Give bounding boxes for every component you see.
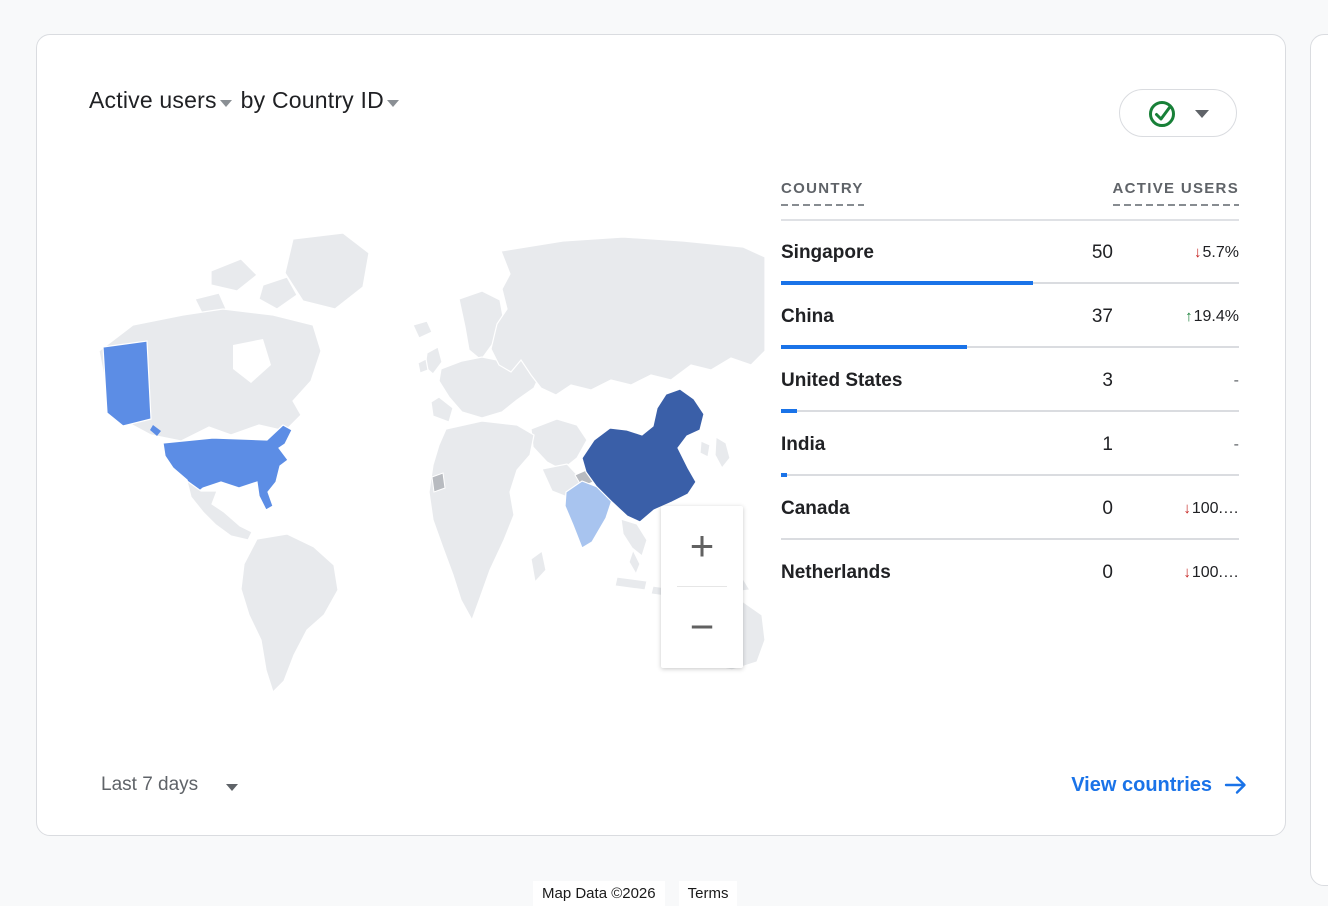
map-landmass bbox=[621, 519, 647, 556]
geo-map[interactable]: Map Data ©2026 Terms bbox=[61, 229, 765, 701]
map-landmass bbox=[241, 534, 338, 692]
table-row[interactable]: Canada 0 ↓100.… bbox=[781, 477, 1239, 541]
map-landmass bbox=[429, 421, 534, 620]
table-row[interactable]: United States 3 - bbox=[781, 349, 1239, 413]
change-percent: ↓5.7% bbox=[1113, 244, 1239, 262]
trend-arrow-icon: ↑ bbox=[1185, 308, 1193, 325]
active-users-value: 50 bbox=[1049, 242, 1113, 264]
zoom-out-button[interactable]: − bbox=[661, 587, 743, 667]
change-percent: ↑19.4% bbox=[1113, 308, 1239, 326]
change-percent: - bbox=[1113, 436, 1239, 454]
map-country-united-states-alaska bbox=[103, 341, 151, 426]
map-landmass bbox=[187, 481, 252, 540]
chevron-down-icon[interactable] bbox=[220, 100, 232, 107]
active-users-value: 0 bbox=[1049, 562, 1113, 584]
country-table-body: Singapore 50 ↓5.7% China 37 ↑19.4% Unite… bbox=[781, 221, 1239, 605]
world-map bbox=[61, 229, 765, 701]
table-row[interactable]: Singapore 50 ↓5.7% bbox=[781, 221, 1239, 285]
table-row[interactable]: India 1 - bbox=[781, 413, 1239, 477]
active-users-value: 1 bbox=[1049, 434, 1113, 456]
map-landmass bbox=[531, 419, 587, 470]
arrow-right-icon bbox=[1223, 773, 1249, 797]
map-attribution: Map Data ©2026 bbox=[533, 881, 665, 906]
trend-arrow-icon: ↓ bbox=[1194, 244, 1202, 261]
active-users-value: 37 bbox=[1049, 306, 1113, 328]
map-landmass bbox=[491, 237, 765, 395]
table-row[interactable]: China 37 ↑19.4% bbox=[781, 285, 1239, 349]
map-landmass bbox=[531, 551, 546, 582]
active-users-value: 0 bbox=[1049, 498, 1113, 520]
adjacent-card-edge bbox=[1310, 34, 1328, 886]
table-row[interactable]: Netherlands 0 ↓100.… bbox=[781, 541, 1239, 605]
country-name: United States bbox=[781, 370, 1049, 392]
change-percent: ↓100.… bbox=[1113, 500, 1239, 518]
view-countries-link[interactable]: View countries bbox=[1071, 768, 1249, 802]
active-users-value: 3 bbox=[1049, 370, 1113, 392]
trend-arrow-icon: ↓ bbox=[1183, 500, 1191, 517]
country-name: Singapore bbox=[781, 242, 1049, 264]
map-landmass bbox=[413, 321, 432, 338]
map-terms-link[interactable]: Terms bbox=[679, 881, 738, 906]
column-header-active-users[interactable]: ACTIVE USERS bbox=[1113, 180, 1239, 206]
chevron-down-icon bbox=[226, 784, 238, 791]
trend-arrow-icon: ↓ bbox=[1183, 564, 1191, 581]
map-landmass bbox=[211, 259, 257, 291]
country-name: Canada bbox=[781, 498, 1049, 520]
data-quality-button[interactable] bbox=[1119, 89, 1237, 137]
date-range-label: Last 7 days bbox=[101, 774, 198, 796]
metric-selector[interactable]: Active users bbox=[89, 87, 217, 114]
change-percent: ↓100.… bbox=[1113, 564, 1239, 582]
map-landmass bbox=[418, 359, 428, 373]
country-table: COUNTRY ACTIVE USERS Singapore 50 ↓5.7% … bbox=[781, 180, 1239, 605]
date-range-selector[interactable]: Last 7 days bbox=[101, 768, 238, 802]
map-landmass bbox=[285, 233, 369, 309]
card-title: Active users by Country ID bbox=[89, 87, 402, 114]
country-name: Netherlands bbox=[781, 562, 1049, 584]
country-name: India bbox=[781, 434, 1049, 456]
country-name: China bbox=[781, 306, 1049, 328]
zoom-in-button[interactable]: + bbox=[661, 506, 743, 586]
map-landmass bbox=[700, 441, 710, 457]
chevron-down-icon[interactable] bbox=[387, 100, 399, 107]
dimension-selector[interactable]: by Country ID bbox=[241, 87, 384, 114]
check-circle-icon bbox=[1147, 98, 1178, 129]
change-percent: - bbox=[1113, 372, 1239, 390]
map-landmass bbox=[715, 437, 730, 468]
chevron-down-icon bbox=[1195, 110, 1209, 118]
view-countries-label: View countries bbox=[1071, 774, 1212, 797]
column-header-country[interactable]: COUNTRY bbox=[781, 180, 864, 206]
active-users-by-country-card: Active users by Country ID bbox=[36, 34, 1286, 836]
map-zoom-control: + − bbox=[661, 506, 743, 668]
map-landmass bbox=[431, 397, 453, 422]
table-header-row: COUNTRY ACTIVE USERS bbox=[781, 180, 1239, 221]
map-region-disputed bbox=[432, 473, 445, 492]
map-landmass bbox=[615, 577, 647, 590]
